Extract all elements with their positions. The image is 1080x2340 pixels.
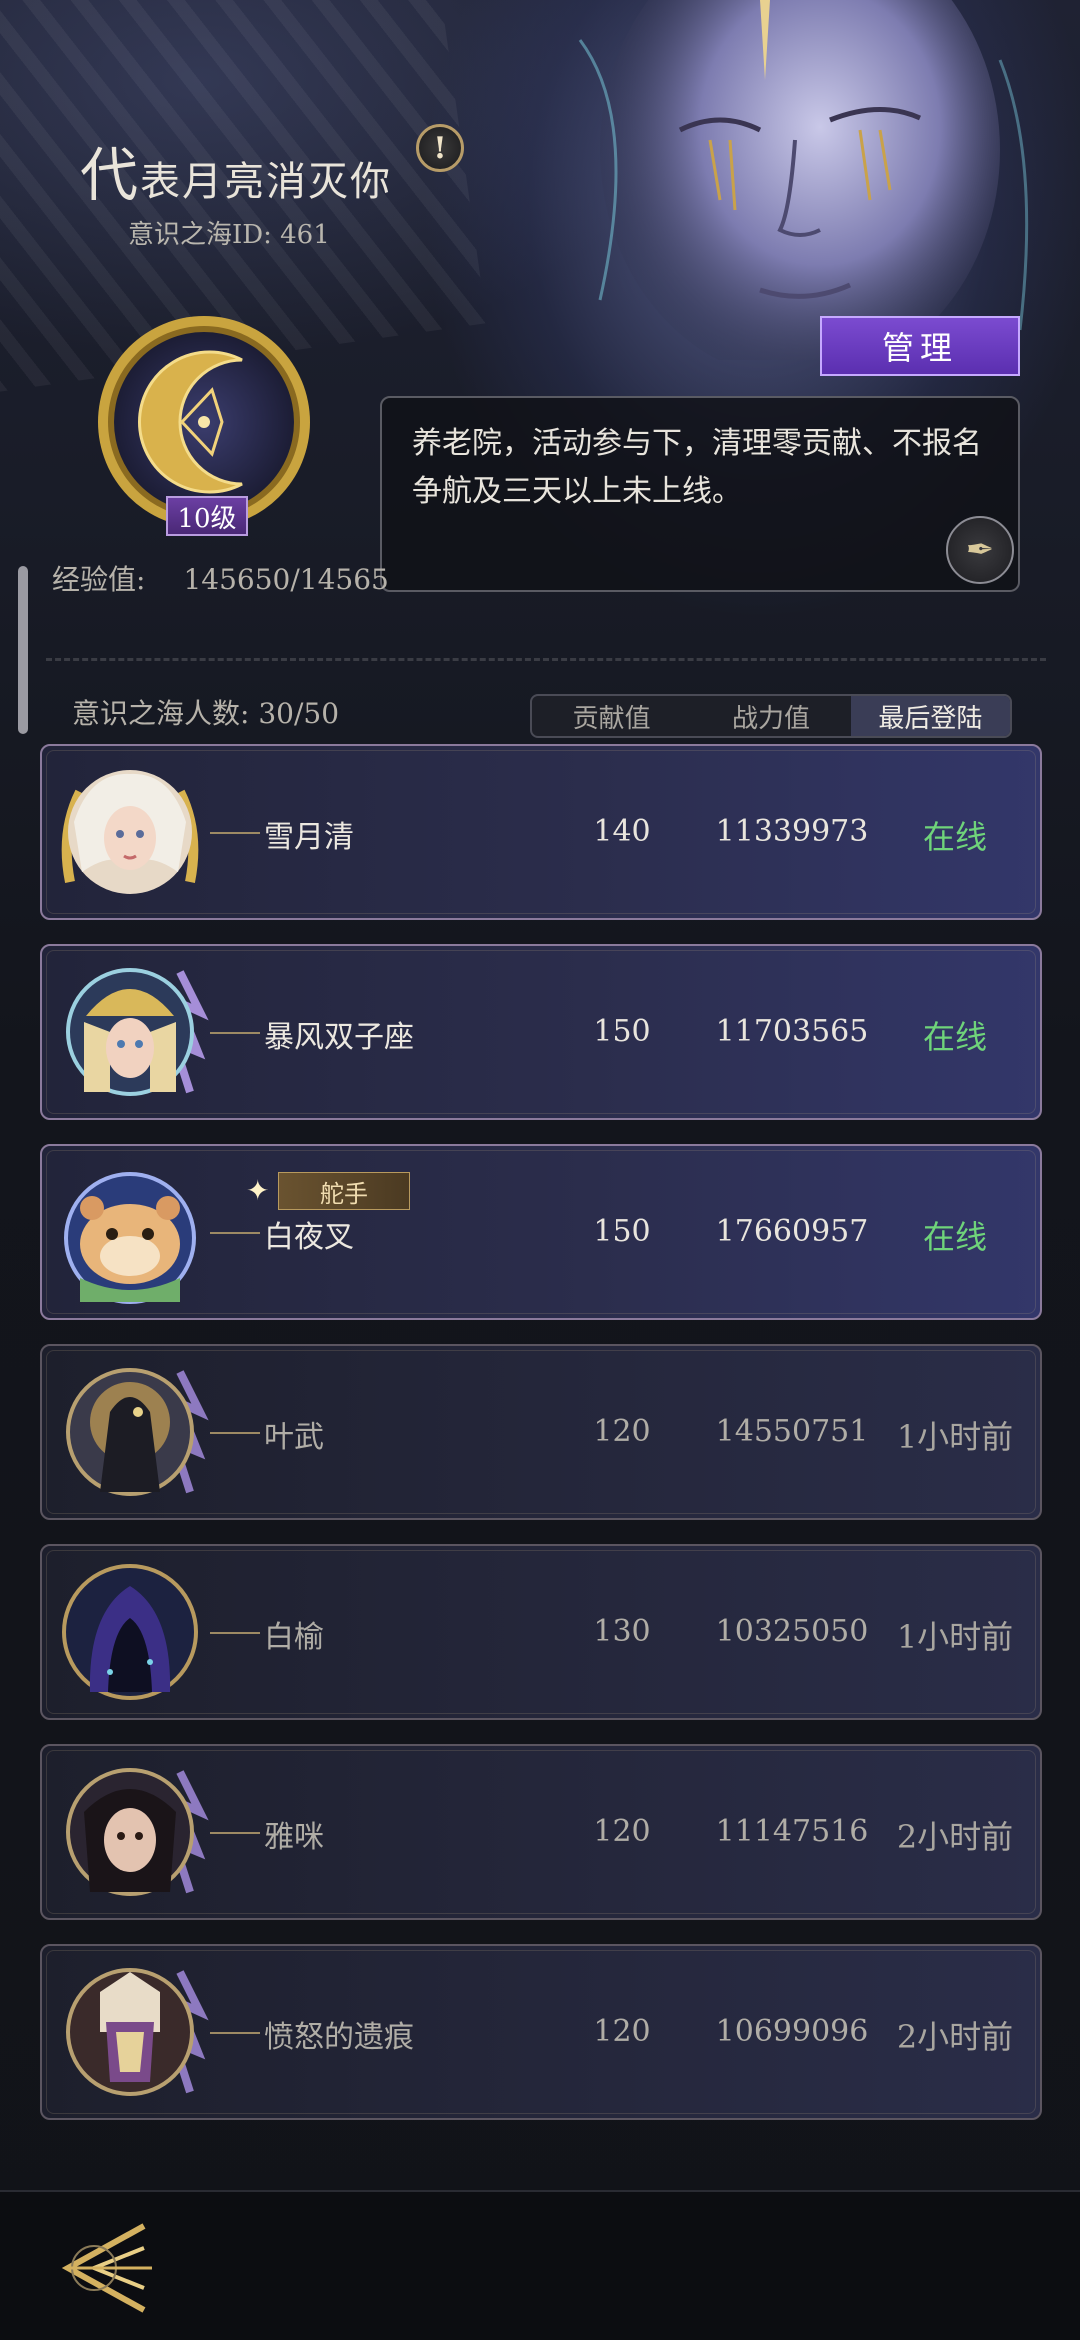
member-name: 暴风双子座 — [264, 1020, 414, 1055]
member-contribution: 150 — [593, 1014, 651, 1049]
back-arrow-icon[interactable] — [54, 2218, 158, 2318]
member-row[interactable]: 愤怒的遗痕 120 10699096 2小时前 — [40, 1944, 1042, 2120]
guild-notice: 养老院，活动参与下，清理零贡献、不报名争航及三天以上未上线。 — [380, 396, 1020, 592]
member-contribution: 120 — [593, 1414, 651, 1449]
moon-face-artwork — [560, 0, 1080, 380]
connector-line — [210, 1432, 260, 1434]
member-row[interactable]: 叶武 120 14550751 1小时前 — [40, 1344, 1042, 1520]
tab-last-login[interactable]: 最后登陆 — [850, 696, 1010, 736]
member-status: 2小时前 — [896, 2018, 1014, 2056]
role-tag: 舵手 — [278, 1172, 410, 1210]
experience-row: 经验值: 145650/14565 — [52, 558, 389, 598]
member-name: 愤怒的遗痕 — [264, 2020, 414, 2055]
guild-id-label: 意识之海ID: 461 — [128, 220, 330, 250]
member-status: 2小时前 — [896, 1818, 1014, 1856]
experience-value: 145650/14565 — [183, 563, 389, 596]
member-name: 白榆 — [264, 1620, 324, 1655]
exclamation-icon[interactable]: ! — [416, 124, 464, 172]
member-contribution: 130 — [593, 1614, 651, 1649]
member-name: 雅咪 — [264, 1820, 324, 1855]
member-contribution: 150 — [593, 1214, 651, 1249]
member-count: 意识之海人数: 30/50 — [72, 697, 340, 730]
connector-line — [210, 1032, 260, 1034]
guild-notice-text: 养老院，活动参与下，清理零贡献、不报名争航及三天以上未上线。 — [412, 426, 982, 509]
connector-line — [210, 1232, 260, 1234]
member-status: 在线 — [922, 818, 987, 856]
member-contribution: 120 — [593, 1814, 651, 1849]
member-name: 叶武 — [264, 1420, 324, 1455]
member-avatar — [50, 1352, 210, 1512]
manage-button[interactable]: 管理 — [820, 316, 1020, 376]
connector-line — [210, 2032, 260, 2034]
guild-title-initial: 代 — [80, 141, 141, 209]
member-avatar — [50, 1152, 210, 1312]
member-status: 在线 — [922, 1218, 987, 1256]
guild-title-rest: 表月亮消灭你 — [140, 159, 393, 205]
member-status: 1小时前 — [896, 1618, 1014, 1656]
member-status: 1小时前 — [896, 1418, 1014, 1456]
member-avatar — [50, 1752, 210, 1912]
member-power: 17660957 — [715, 1214, 869, 1249]
member-power: 11147516 — [715, 1814, 869, 1849]
bottom-bar — [0, 2190, 1080, 2340]
member-contribution: 140 — [593, 814, 651, 849]
member-contribution: 120 — [593, 2014, 651, 2049]
sparkle-icon: ✦ — [246, 1174, 270, 1207]
tab-contribution[interactable]: 贡献值 — [532, 696, 691, 736]
member-power: 11339973 — [715, 814, 869, 849]
divider — [46, 658, 1046, 661]
quill-icon[interactable]: ✒ — [946, 516, 1014, 584]
member-power: 14550751 — [715, 1414, 869, 1449]
member-row[interactable]: 雪月清 140 11339973 在线 — [40, 744, 1042, 920]
member-row[interactable]: 暴风双子座 150 11703565 在线 — [40, 944, 1042, 1120]
tab-power[interactable]: 战力值 — [691, 696, 850, 736]
member-power: 11703565 — [715, 1014, 869, 1049]
member-avatar — [50, 752, 210, 912]
guild-title: 代表月亮消灭你 — [80, 128, 392, 212]
member-row[interactable]: 白榆 130 10325050 1小时前 — [40, 1544, 1042, 1720]
connector-line — [210, 1632, 260, 1634]
connector-line — [210, 1832, 260, 1834]
scrollbar[interactable] — [18, 566, 28, 734]
member-status: 在线 — [922, 1018, 987, 1056]
guild-level-badge: 10级 — [166, 496, 248, 536]
member-avatar — [50, 1952, 210, 2112]
member-avatar — [50, 1552, 210, 1712]
member-row[interactable]: ✦ 舵手 白夜叉 150 17660957 在线 — [40, 1144, 1042, 1320]
guild-page: 代表月亮消灭你 ! 意识之海ID: 461 管理 10级 养老院，活动参与下，清… — [0, 0, 1080, 2340]
member-name: 雪月清 — [264, 820, 354, 855]
member-row[interactable]: 雅咪 120 11147516 2小时前 — [40, 1744, 1042, 1920]
experience-label: 经验值: — [52, 563, 146, 596]
member-name: 白夜叉 — [264, 1220, 354, 1255]
member-power: 10325050 — [715, 1614, 869, 1649]
sort-tabs: 贡献值 战力值 最后登陆 — [530, 694, 1012, 738]
member-power: 10699096 — [715, 2014, 869, 2049]
connector-line — [210, 832, 260, 834]
member-avatar — [50, 952, 210, 1112]
